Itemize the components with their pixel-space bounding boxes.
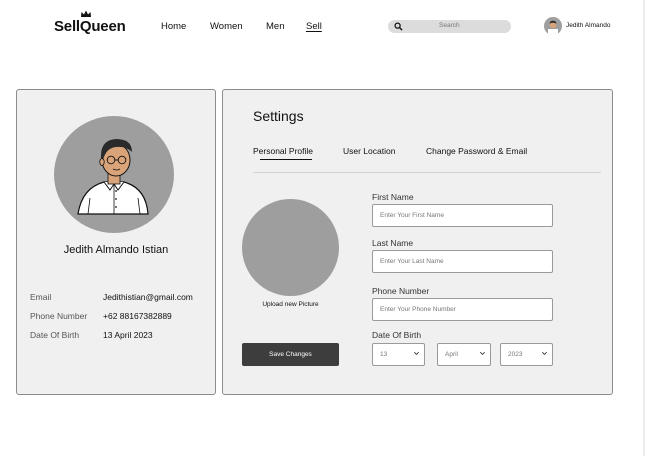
nav-women-link[interactable]: Women bbox=[210, 21, 243, 32]
dob-year-value: 2023 bbox=[508, 351, 523, 358]
user-avatar[interactable] bbox=[544, 17, 562, 35]
profile-picture-placeholder[interactable] bbox=[242, 199, 339, 296]
tab-change-password-email[interactable]: Change Password & Email bbox=[426, 146, 527, 156]
crown-icon bbox=[81, 10, 91, 17]
nav-sell-link[interactable]: Sell bbox=[306, 21, 322, 32]
phone-value: +62 88167382889 bbox=[103, 311, 172, 321]
first-name-field[interactable]: Enter Your First Name bbox=[372, 204, 553, 227]
profile-card: Jedith Almando Istian Email Jedithistian… bbox=[16, 89, 216, 395]
settings-title: Settings bbox=[253, 108, 304, 124]
dob-month-select[interactable]: April bbox=[437, 343, 491, 366]
dob-value: 13 April 2023 bbox=[103, 330, 153, 340]
nav-men-link[interactable]: Men bbox=[266, 21, 284, 32]
dob-label: Date Of Birth bbox=[30, 330, 80, 340]
first-name-label: First Name bbox=[372, 192, 414, 202]
top-navbar: SellQueen Home Women Men Sell Search Jed… bbox=[0, 0, 645, 54]
nav-home-link[interactable]: Home bbox=[161, 21, 186, 32]
email-value: Jedithistian@gmail.com bbox=[103, 292, 193, 302]
phone-number-field[interactable]: Enter Your Phone Number bbox=[372, 298, 553, 321]
last-name-field[interactable]: Enter Your Last Name bbox=[372, 250, 553, 273]
search-placeholder: Search bbox=[439, 22, 460, 29]
search-input[interactable]: Search bbox=[388, 20, 511, 33]
chevron-down-icon bbox=[414, 351, 419, 355]
chevron-down-icon bbox=[542, 351, 547, 355]
tab-personal-profile[interactable]: Personal Profile bbox=[253, 146, 313, 160]
person-illustration-icon bbox=[77, 139, 149, 215]
phone-number-label: Phone Number bbox=[372, 286, 430, 296]
brand-logo[interactable]: SellQueen bbox=[54, 18, 126, 35]
email-label: Email bbox=[30, 292, 52, 302]
dob-year-select[interactable]: 2023 bbox=[500, 343, 553, 366]
upload-picture-link[interactable]: Upload new Picture bbox=[223, 301, 358, 308]
tabs-divider bbox=[253, 172, 601, 173]
search-icon bbox=[394, 22, 403, 31]
date-of-birth-label: Date Of Birth bbox=[372, 330, 422, 340]
settings-card: Settings Personal Profile User Location … bbox=[222, 89, 613, 395]
dob-day-select[interactable]: 13 bbox=[372, 343, 425, 366]
dob-month-value: April bbox=[445, 351, 459, 358]
chevron-down-icon bbox=[480, 351, 485, 355]
last-name-label: Last Name bbox=[372, 238, 414, 248]
tab-user-location[interactable]: User Location bbox=[343, 146, 395, 156]
save-changes-button[interactable]: Save Changes bbox=[242, 343, 339, 366]
phone-label: Phone Number bbox=[30, 311, 88, 321]
dob-day-value: 13 bbox=[380, 351, 388, 358]
profile-avatar bbox=[54, 116, 174, 233]
profile-full-name: Jedith Almando Istian bbox=[63, 244, 169, 256]
user-name[interactable]: Jedith Almando bbox=[566, 22, 610, 29]
